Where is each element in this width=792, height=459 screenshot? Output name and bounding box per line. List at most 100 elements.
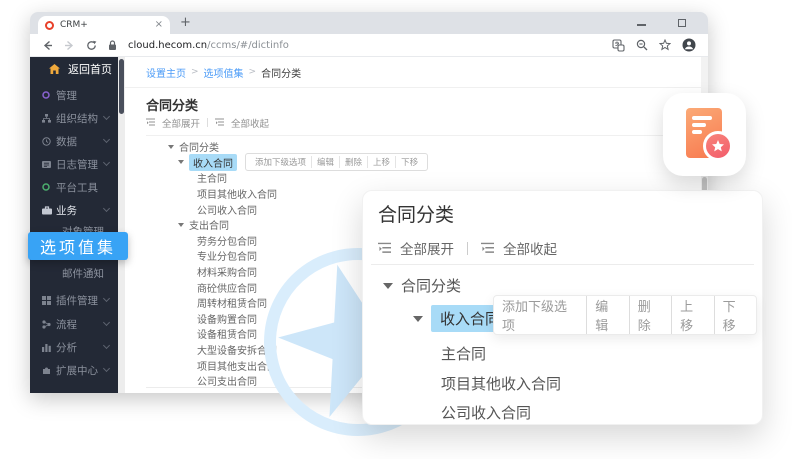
- sidebar-item-label: 返回首页: [68, 61, 112, 77]
- sidebar-item-mail-notify[interactable]: 邮件通知: [30, 265, 118, 281]
- sidebar-item-label: 组织结构: [56, 111, 98, 126]
- back-icon[interactable]: [42, 40, 53, 51]
- expander-icon[interactable]: [383, 283, 393, 289]
- tree-node[interactable]: 合同分类: [383, 275, 461, 296]
- expander-icon[interactable]: [178, 223, 184, 227]
- page-title: 合同分类: [146, 95, 686, 113]
- screenshot-canvas: CRM+ × + cloud.hecom.cn/ccms/#/dictinfo: [0, 0, 792, 459]
- overlay-title: 合同分类: [378, 200, 454, 227]
- new-tab-button[interactable]: +: [180, 15, 191, 30]
- star-badge-icon: [703, 131, 733, 161]
- bookmark-star-icon[interactable]: [659, 39, 671, 51]
- tree-node[interactable]: 公司收入合同: [441, 402, 531, 423]
- delete-button[interactable]: 删除: [629, 296, 671, 334]
- chevron-down-icon: [103, 205, 110, 212]
- tree-node-label: 收入合同: [189, 154, 237, 171]
- url-text[interactable]: cloud.hecom.cn/ccms/#/dictinfo: [128, 40, 289, 51]
- extension-icon: [42, 366, 51, 375]
- tree-node-label: 项目其他收入合同: [441, 373, 561, 394]
- sidebar-item-business[interactable]: 业务: [30, 202, 118, 218]
- chevron-down-icon: [103, 295, 110, 302]
- restore-icon[interactable]: [678, 19, 686, 27]
- chevron-down-icon: [103, 319, 110, 326]
- plugin-icon: [42, 296, 51, 305]
- sidebar-item-analysis[interactable]: 分析: [30, 339, 118, 355]
- document-star-card: [663, 93, 746, 176]
- expand-all-button[interactable]: 全部展开: [400, 238, 454, 258]
- sidebar-item-label: 扩展中心: [56, 363, 98, 378]
- sidebar-item-extension-center[interactable]: 扩展中心: [30, 362, 118, 378]
- node-action-menu: 添加下级选项 编辑 删除 上移 下移: [245, 153, 428, 171]
- sidebar-item-platform-tools[interactable]: 平台工具: [30, 179, 118, 195]
- tree-node-label: 合同分类: [401, 275, 461, 296]
- sidebar-item-home[interactable]: 返回首页: [30, 61, 118, 77]
- profile-avatar[interactable]: [682, 38, 696, 52]
- sidebar-scrollbar-thumb[interactable]: [119, 59, 124, 114]
- toolbar-divider-line: [146, 135, 686, 136]
- edit-button[interactable]: 编辑: [586, 296, 628, 334]
- tab-title: CRM+: [60, 20, 149, 30]
- expand-all-button[interactable]: 全部展开: [162, 116, 200, 130]
- breadcrumb-section-link[interactable]: 选项值集: [204, 65, 244, 80]
- sidebar-item-plugins[interactable]: 插件管理: [30, 292, 118, 308]
- chevron-down-icon: [103, 113, 110, 120]
- breadcrumb-current: 合同分类: [261, 65, 301, 80]
- tree-node[interactable]: 主合同: [146, 170, 686, 186]
- flow-icon: [42, 320, 51, 329]
- tree-node-selected[interactable]: 收入合同 添加下级选项 编辑 删除 上移 下移: [146, 155, 686, 171]
- callout-option-value-set[interactable]: 选项值集: [28, 232, 128, 260]
- tree-node[interactable]: 主合同: [441, 343, 486, 364]
- tree-node-label: 公司收入合同: [441, 402, 531, 423]
- add-child-option-button[interactable]: 添加下级选项: [250, 156, 311, 168]
- sidebar: 返回首页 管理 组织结构 数据 日志: [30, 57, 118, 393]
- sidebar-scrollbar[interactable]: [118, 57, 125, 393]
- sidebar-item-org[interactable]: 组织结构: [30, 110, 118, 126]
- sidebar-item-label: 平台工具: [56, 180, 98, 195]
- move-down-button[interactable]: 下移: [395, 156, 423, 168]
- collapse-all-button[interactable]: 全部收起: [503, 238, 557, 258]
- sidebar-item-logs[interactable]: 日志管理: [30, 156, 118, 172]
- tree-toolbar: 全部展开 全部收起: [146, 116, 686, 129]
- expander-icon[interactable]: [168, 145, 174, 149]
- tree-node[interactable]: 项目其他收入合同: [441, 373, 561, 394]
- refresh-icon[interactable]: [86, 40, 97, 51]
- add-child-option-button[interactable]: 添加下级选项: [494, 296, 586, 334]
- sidebar-item-label: 管理: [56, 88, 77, 103]
- breadcrumb-home-link[interactable]: 设置主页: [146, 65, 186, 80]
- move-up-button[interactable]: 上移: [367, 156, 395, 168]
- tree-node-label: 主合同: [441, 343, 486, 364]
- sidebar-item-data[interactable]: 数据: [30, 133, 118, 149]
- edit-button[interactable]: 编辑: [311, 156, 339, 168]
- collapse-all-button[interactable]: 全部收起: [231, 116, 269, 130]
- move-down-button[interactable]: 下移: [714, 296, 756, 334]
- padlock-icon[interactable]: [108, 40, 117, 51]
- expand-all-icon: [378, 242, 391, 255]
- zoom-icon[interactable]: [636, 39, 648, 51]
- minimize-icon[interactable]: [637, 24, 646, 26]
- ring-green-icon: [42, 183, 50, 191]
- collapse-all-icon: [215, 118, 224, 127]
- sidebar-item-workflow[interactable]: 流程: [30, 316, 118, 332]
- sidebar-item-label: 插件管理: [56, 293, 98, 308]
- browser-tab-bar: CRM+ × +: [30, 12, 708, 34]
- log-icon: [42, 160, 51, 169]
- expander-icon[interactable]: [413, 316, 423, 322]
- sidebar-item-manage[interactable]: 管理: [30, 87, 118, 103]
- toolbar-divider: [467, 242, 468, 255]
- tab-close-icon[interactable]: ×: [155, 20, 163, 30]
- forward-icon[interactable]: [64, 40, 75, 51]
- sidebar-item-label: 数据: [56, 134, 77, 149]
- delete-button[interactable]: 删除: [339, 156, 367, 168]
- toolbar-divider: [207, 118, 208, 127]
- clock-icon: [42, 137, 51, 146]
- translate-icon[interactable]: [612, 39, 625, 52]
- sidebar-item-label: 日志管理: [56, 157, 98, 172]
- expander-icon[interactable]: [178, 160, 184, 164]
- browser-tab[interactable]: CRM+ ×: [38, 16, 170, 34]
- crm-favicon-icon: [45, 21, 54, 30]
- node-action-menu: 添加下级选项 编辑 删除 上移 下移: [493, 295, 757, 335]
- tree-node-label: 合同分类: [179, 139, 219, 154]
- tree-node[interactable]: 合同分类: [146, 139, 686, 155]
- breadcrumb: 设置主页 > 选项值集 > 合同分类: [125, 57, 708, 88]
- move-up-button[interactable]: 上移: [671, 296, 713, 334]
